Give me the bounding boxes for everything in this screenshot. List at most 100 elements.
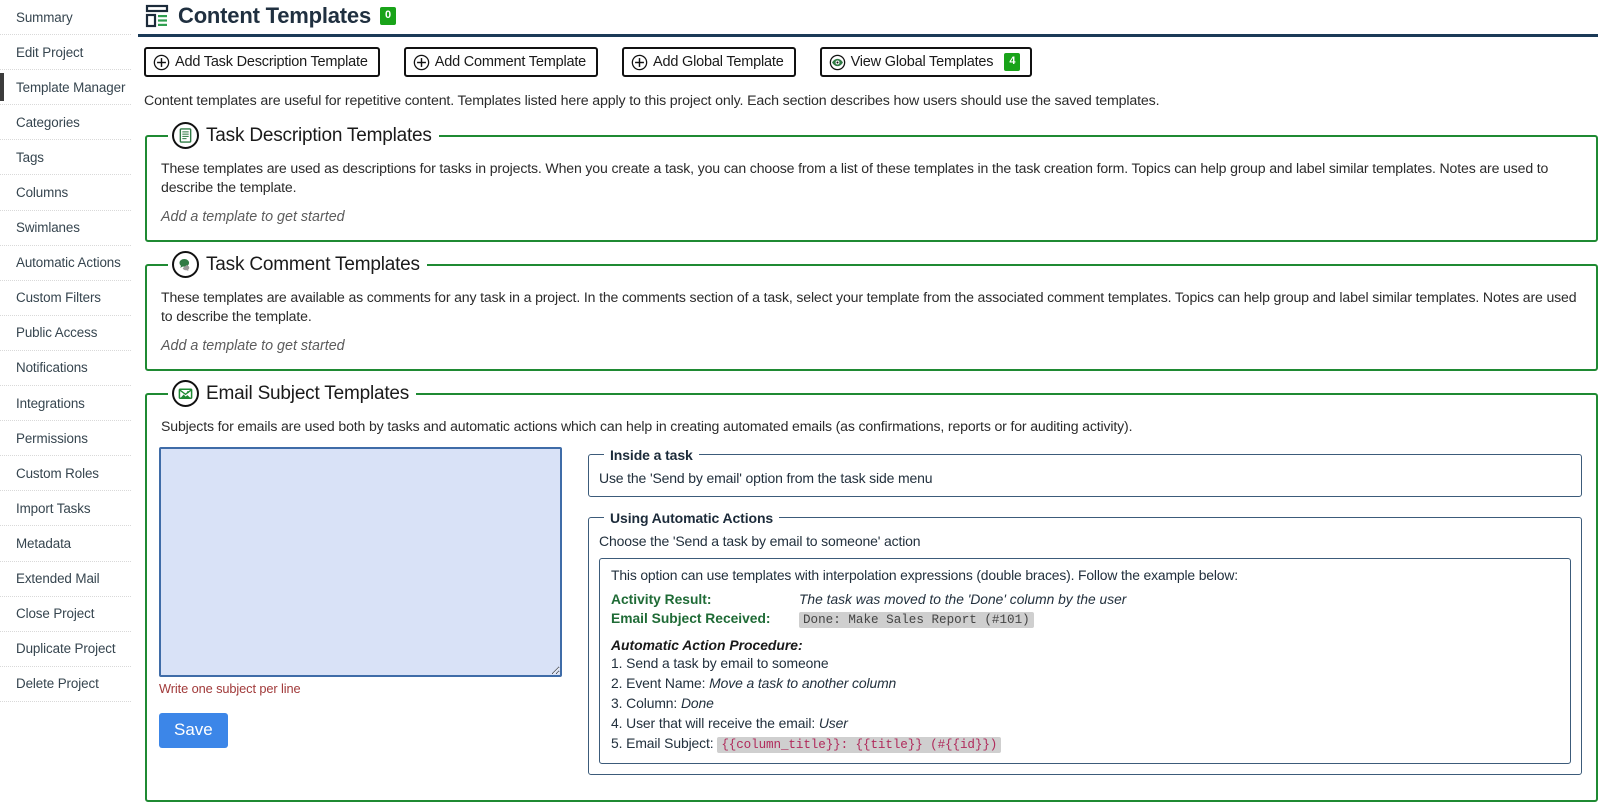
sidebar-item-label: Public Access xyxy=(16,325,98,341)
sidebar-item-automatic-actions[interactable]: Automatic Actions xyxy=(0,246,131,281)
sidebar-item-metadata[interactable]: Metadata xyxy=(0,526,131,562)
sidebar-item-label: Custom Filters xyxy=(16,290,101,306)
content-templates-icon xyxy=(145,4,169,28)
empty-state-note: Add a template to get started xyxy=(161,338,345,355)
sidebar-item-label: Template Manager xyxy=(16,79,126,95)
sidebar-item-swimlanes[interactable]: Swimlanes xyxy=(0,211,131,246)
section-description: These templates are available as comment… xyxy=(161,289,1577,324)
page-title: Content Templates xyxy=(178,3,371,28)
sidebar-item-close-project[interactable]: Close Project xyxy=(0,597,131,632)
sidebar-item-notifications[interactable]: Notifications xyxy=(0,351,131,387)
step-number: 4. xyxy=(611,714,623,731)
email-usage-help: Inside a task Use the 'Send by email' op… xyxy=(588,446,1584,788)
section-legend-label: Task Comment Templates xyxy=(206,253,420,275)
plus-circle-icon xyxy=(631,54,648,71)
sidebar-item-integrations[interactable]: Integrations xyxy=(0,386,131,422)
sidebar-item-extended-mail[interactable]: Extended Mail xyxy=(0,562,131,597)
sidebar-item-label: Import Tasks xyxy=(16,500,91,516)
automatic-actions-fieldset: Using Automatic Actions Choose the 'Send… xyxy=(588,509,1582,775)
global-templates-count-badge: 4 xyxy=(1004,53,1021,71)
sidebar-item-custom-roles[interactable]: Custom Roles xyxy=(0,456,131,492)
procedure-step: 1. Send a task by email to someone xyxy=(611,654,1559,674)
activity-result-value: The task was moved to the 'Done' column … xyxy=(799,591,1127,607)
toolbar-button-label: Add Comment Template xyxy=(434,54,587,70)
inside-a-task-fieldset: Inside a task Use the 'Send by email' op… xyxy=(588,446,1582,497)
sidebar-item-duplicate-project[interactable]: Duplicate Project xyxy=(0,632,131,667)
automatic-actions-legend: Using Automatic Actions xyxy=(610,509,774,526)
step-text: User that will receive the email: xyxy=(626,714,816,731)
add-task-description-template-button[interactable]: Add Task Description Template xyxy=(144,47,380,77)
subject-hint: Write one subject per line xyxy=(159,680,301,696)
sidebar-item-label: Columns xyxy=(16,185,69,201)
section-legend-label: Task Description Templates xyxy=(206,124,432,146)
page-header: Content Templates 0 xyxy=(138,0,1598,37)
inside-a-task-legend: Inside a task xyxy=(610,446,693,463)
sidebar-item-label: Swimlanes xyxy=(16,220,80,236)
empty-state-note: Add a template to get started xyxy=(161,209,345,226)
sidebar-item-label: Metadata xyxy=(16,535,72,551)
sidebar-item-label: Notifications xyxy=(16,360,88,376)
step-value: User xyxy=(818,714,848,731)
plus-circle-icon xyxy=(413,54,430,71)
step-number: 3. xyxy=(611,694,623,711)
eye-circle-icon xyxy=(829,54,846,71)
section-legend-label: Email Subject Templates xyxy=(206,382,410,404)
sidebar-item-label: Custom Roles xyxy=(16,465,99,481)
sidebar-item-label: Permissions xyxy=(16,430,88,446)
sidebar-item-edit-project[interactable]: Edit Project xyxy=(0,35,131,71)
add-comment-template-button[interactable]: Add Comment Template xyxy=(403,47,599,77)
email-subject-received-label: Email Subject Received: xyxy=(611,611,771,626)
sidebar-item-label: Edit Project xyxy=(16,44,84,60)
toolbar-button-label: Add Global Template xyxy=(653,54,784,70)
email-subjects-textarea[interactable] xyxy=(159,446,562,677)
sidebar-item-permissions[interactable]: Permissions xyxy=(0,421,131,457)
page-root: Summary Edit Project Template Manager Categ… xyxy=(0,0,1606,806)
sidebar-item-label: Categories xyxy=(16,114,80,130)
sidebar-item-delete-project[interactable]: Delete Project xyxy=(0,667,131,702)
step-code-value: {{column_title}}: {{title}} (#{{id}}) xyxy=(717,736,1002,753)
procedure-step: 3. Column: Done xyxy=(611,694,1559,714)
step-text: Event Name: xyxy=(626,674,706,691)
section-task-description-templates: Task Description Templates These templat… xyxy=(145,122,1598,243)
sidebar-item-public-access[interactable]: Public Access xyxy=(0,316,131,351)
sidebar-item-summary[interactable]: Summary xyxy=(0,0,131,36)
sidebar-item-import-tasks[interactable]: Import Tasks xyxy=(0,491,131,527)
sidebar-item-label: Extended Mail xyxy=(16,571,100,587)
step-text: Column: xyxy=(626,694,678,711)
step-text: Send a task by email to someone xyxy=(626,655,829,672)
section-task-description-legend: Task Description Templates xyxy=(168,122,439,149)
example-lead: This option can use templates with inter… xyxy=(611,566,1238,583)
project-sidebar: Summary Edit Project Template Manager Categ… xyxy=(0,0,131,806)
sidebar-item-columns[interactable]: Columns xyxy=(0,175,131,211)
intro-text: Content templates are useful for repetit… xyxy=(144,93,1160,109)
section-task-comment-legend: Task Comment Templates xyxy=(168,251,427,279)
procedure-list: 1. Send a task by email to someone 2. Eve… xyxy=(611,654,1559,754)
sidebar-item-label: Duplicate Project xyxy=(16,641,116,657)
email-section-body: Write one subject per line Save Inside a… xyxy=(159,446,1584,788)
sidebar-item-label: Integrations xyxy=(16,395,85,411)
procedure-title: Automatic Action Procedure: xyxy=(611,637,803,654)
procedure-step: 2. Event Name: Move a task to another co… xyxy=(611,674,1559,694)
view-global-templates-button[interactable]: View Global Templates 4 xyxy=(819,47,1033,77)
template-count-badge: 0 xyxy=(380,7,397,25)
automatic-actions-line: Choose the 'Send a task by email to some… xyxy=(599,532,921,549)
email-subject-received-value-wrap: Done: Make Sales Report (#101) xyxy=(799,610,1559,628)
email-subject-received-value: Done: Make Sales Report (#101) xyxy=(799,612,1034,628)
section-task-comment-templates: Task Comment Templates These templates a… xyxy=(145,251,1598,372)
plus-circle-icon xyxy=(153,54,170,71)
step-number: 5. xyxy=(611,734,623,751)
activity-result-label: Activity Result: xyxy=(611,591,712,607)
sidebar-item-tags[interactable]: Tags xyxy=(0,140,131,176)
sidebar-item-template-manager[interactable]: Template Manager xyxy=(0,70,131,106)
sidebar-item-label: Automatic Actions xyxy=(16,255,121,271)
sidebar-item-categories[interactable]: Categories xyxy=(0,105,131,141)
save-button[interactable]: Save xyxy=(159,712,228,748)
add-global-template-button[interactable]: Add Global Template xyxy=(622,47,796,77)
email-subject-editor: Write one subject per line Save xyxy=(159,446,562,788)
sidebar-item-label: Close Project xyxy=(16,606,95,622)
email-image-icon xyxy=(172,380,199,408)
sidebar-item-custom-filters[interactable]: Custom Filters xyxy=(0,281,131,316)
sidebar-item-label: Summary xyxy=(16,9,73,25)
section-description: These templates are used as descriptions… xyxy=(161,160,1549,195)
toolbar-button-label: Add Task Description Template xyxy=(175,54,368,70)
